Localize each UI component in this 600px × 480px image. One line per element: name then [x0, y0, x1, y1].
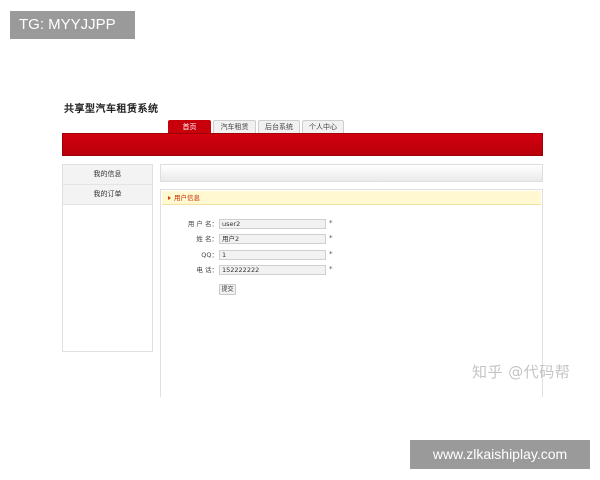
- name-input[interactable]: 用户2: [219, 234, 326, 244]
- phone-input[interactable]: 152222222: [219, 265, 326, 275]
- required-mark: *: [329, 250, 333, 258]
- tab-admin-system[interactable]: 后台系统: [258, 120, 300, 133]
- site-url-badge: www.zlkaishiplay.com: [410, 440, 590, 469]
- required-mark: *: [329, 265, 333, 273]
- zhihu-watermark: 知乎 @代码帮: [472, 363, 571, 381]
- nav-tabs: 首页 汽车租赁 后台系统 个人中心: [168, 120, 346, 134]
- tab-car-rental[interactable]: 汽车租赁: [213, 120, 256, 133]
- tab-home[interactable]: 首页: [168, 120, 211, 133]
- form-row-phone: 电 话： 152222222 *: [161, 265, 544, 276]
- sidebar: 我的信息 我的订单: [62, 164, 153, 352]
- content-toolbar: [160, 164, 543, 182]
- panel-header: 用户信息: [162, 191, 541, 205]
- tg-badge: TG: MYYJJPP: [10, 11, 135, 39]
- submit-button[interactable]: 提交: [219, 284, 236, 295]
- sidebar-item-my-info[interactable]: 我的信息: [63, 165, 152, 185]
- arrow-right-icon: [168, 196, 171, 200]
- tab-personal-center[interactable]: 个人中心: [302, 120, 344, 133]
- form-row-username: 用 户 名： user2 *: [161, 219, 544, 230]
- phone-label: 电 话：: [196, 266, 218, 274]
- header-bar: [62, 133, 543, 156]
- name-label: 姓 名：: [196, 235, 218, 243]
- form-row-qq: QQ： 1 *: [161, 250, 544, 261]
- username-label: 用 户 名：: [187, 220, 218, 228]
- username-input[interactable]: user2: [219, 219, 326, 229]
- sidebar-item-my-orders[interactable]: 我的订单: [63, 185, 152, 205]
- required-mark: *: [329, 219, 333, 227]
- form-row-name: 姓 名： 用户2 *: [161, 234, 544, 245]
- qq-input[interactable]: 1: [219, 250, 326, 260]
- panel-header-label: 用户信息: [174, 194, 200, 202]
- required-mark: *: [329, 234, 333, 242]
- qq-label: QQ：: [201, 251, 218, 259]
- app-title: 共享型汽车租赁系统: [64, 104, 159, 115]
